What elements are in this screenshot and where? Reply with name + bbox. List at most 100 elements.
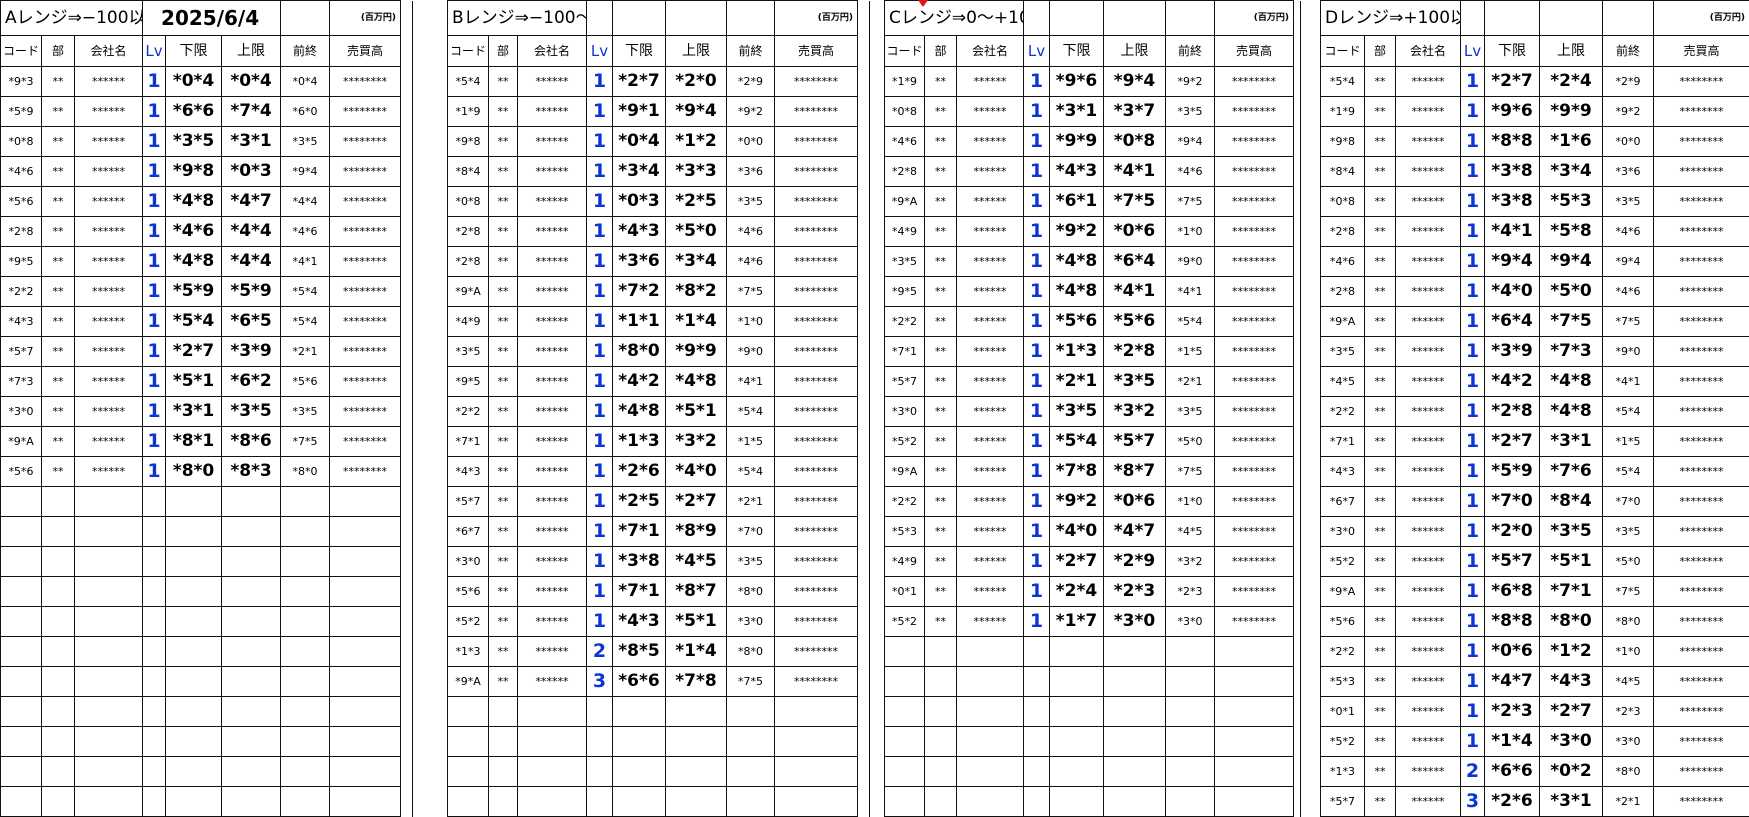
cell-lv[interactable]: 1 (1461, 97, 1485, 127)
cell-upper-limit[interactable]: *4*4 (222, 217, 281, 247)
cell-prev-close[interactable]: *8*0 (281, 457, 330, 487)
cell-lower-limit[interactable]: *8*1 (166, 427, 222, 457)
cell-lower-limit[interactable]: *2*7 (1050, 547, 1104, 577)
cell-lower-limit[interactable]: *5*6 (1050, 307, 1104, 337)
cell-bu[interactable]: ** (1365, 637, 1396, 667)
cell-turnover[interactable]: ******** (1654, 157, 1749, 187)
column-gap[interactable] (1294, 337, 1301, 367)
cell-lv[interactable]: 1 (143, 427, 166, 457)
cell-bu[interactable]: ** (42, 397, 75, 427)
cell-prev-close[interactable]: *3*5 (281, 397, 330, 427)
column-gap[interactable] (1294, 277, 1301, 307)
cell-lower-limit[interactable]: *6*8 (1485, 577, 1540, 607)
cell-lv[interactable]: 1 (1461, 517, 1485, 547)
empty-cell-turnover[interactable] (775, 727, 858, 757)
column-gap[interactable] (858, 247, 870, 277)
cell-code[interactable]: *9*A (885, 457, 925, 487)
cell-bu[interactable]: ** (1365, 517, 1396, 547)
cell-lower-limit[interactable]: *1*1 (613, 307, 666, 337)
cell-turnover[interactable]: ******** (775, 547, 858, 577)
cell-lower-limit[interactable]: *0*6 (1485, 637, 1540, 667)
column-gap[interactable] (401, 187, 413, 217)
empty-cell-upper-limit[interactable] (222, 667, 281, 697)
cell-lv[interactable]: 1 (1024, 457, 1050, 487)
header-turnover[interactable]: 売買高 (1215, 36, 1294, 67)
empty-cell-lower-limit[interactable] (166, 757, 222, 787)
empty-cell-bu[interactable] (489, 757, 518, 787)
cell-lv[interactable]: 1 (1024, 577, 1050, 607)
cell-company-name[interactable]: ****** (1396, 487, 1461, 517)
cell-lv[interactable]: 1 (1024, 337, 1050, 367)
empty-cell-bu[interactable] (489, 727, 518, 757)
column-gap[interactable] (858, 127, 870, 157)
cell-code[interactable]: *6*7 (448, 517, 489, 547)
column-gap[interactable] (858, 787, 870, 817)
cell-company-name[interactable]: ****** (75, 277, 143, 307)
cell-company-name[interactable]: ****** (957, 277, 1024, 307)
empty-cell-bu[interactable] (42, 547, 75, 577)
cell-code[interactable]: *4*9 (885, 217, 925, 247)
cell-code[interactable]: *2*8 (1, 217, 42, 247)
cell-lower-limit[interactable]: *5*4 (166, 307, 222, 337)
cell-upper-limit[interactable]: *2*0 (666, 67, 727, 97)
cell-upper-limit[interactable]: *5*6 (1104, 307, 1166, 337)
cell-lv[interactable]: 1 (1024, 427, 1050, 457)
cell-company-name[interactable]: ****** (518, 307, 587, 337)
cell-code[interactable]: *7*1 (448, 427, 489, 457)
empty-cell-prev-close[interactable] (281, 727, 330, 757)
cell-turnover[interactable]: ******** (775, 487, 858, 517)
cell-prev-close[interactable]: *9*2 (1166, 67, 1215, 97)
header-lv[interactable]: Lv (143, 36, 166, 67)
empty-cell-company-name[interactable] (518, 787, 587, 817)
empty-cell[interactable] (1461, 1, 1485, 36)
cell-company-name[interactable]: ****** (518, 157, 587, 187)
cell-lv[interactable]: 1 (143, 127, 166, 157)
cell-lv[interactable]: 1 (1024, 547, 1050, 577)
cell-prev-close[interactable]: *9*2 (727, 97, 775, 127)
cell-lower-limit[interactable]: *3*8 (1485, 187, 1540, 217)
empty-cell-bu[interactable] (42, 667, 75, 697)
cell-lv[interactable]: 1 (1461, 727, 1485, 757)
cell-bu[interactable]: ** (1365, 427, 1396, 457)
cell-code[interactable]: *5*6 (448, 577, 489, 607)
cell-lv[interactable]: 1 (587, 577, 613, 607)
cell-turnover[interactable]: ******** (1654, 547, 1749, 577)
cell-company-name[interactable]: ****** (75, 217, 143, 247)
cell-code[interactable]: *5*2 (1321, 547, 1365, 577)
cell-lower-limit[interactable]: *3*4 (613, 157, 666, 187)
cell-upper-limit[interactable]: *5*0 (666, 217, 727, 247)
empty-cell-company-name[interactable] (75, 547, 143, 577)
cell-code[interactable]: *5*2 (448, 607, 489, 637)
empty-cell-code[interactable] (1, 577, 42, 607)
column-gap[interactable] (1294, 787, 1301, 817)
column-gap[interactable] (858, 637, 870, 667)
empty-cell-bu[interactable] (42, 757, 75, 787)
column-gap[interactable] (401, 97, 413, 127)
cell-upper-limit[interactable]: *6*5 (222, 307, 281, 337)
cell-code[interactable]: *5*3 (885, 517, 925, 547)
empty-cell[interactable] (1540, 1, 1603, 36)
cell-turnover[interactable]: ******** (1215, 247, 1294, 277)
cell-bu[interactable]: ** (925, 67, 957, 97)
cell-prev-close[interactable]: *3*6 (727, 157, 775, 187)
cell-turnover[interactable]: ******** (1215, 397, 1294, 427)
cell-lower-limit[interactable]: *6*1 (1050, 187, 1104, 217)
cell-lower-limit[interactable]: *2*5 (613, 487, 666, 517)
empty-cell-prev-close[interactable] (281, 487, 330, 517)
empty-cell-lv[interactable] (1024, 787, 1050, 817)
cell-upper-limit[interactable]: *2*7 (666, 487, 727, 517)
empty-cell-company-name[interactable] (75, 667, 143, 697)
cell-upper-limit[interactable]: *5*1 (666, 397, 727, 427)
cell-turnover[interactable]: ******** (330, 427, 401, 457)
empty-cell[interactable] (666, 1, 727, 36)
cell-upper-limit[interactable]: *8*9 (666, 517, 727, 547)
cell-code[interactable]: *3*5 (885, 247, 925, 277)
column-gap[interactable] (858, 1, 870, 36)
empty-cell-upper-limit[interactable] (222, 487, 281, 517)
cell-lower-limit[interactable]: *3*5 (1050, 397, 1104, 427)
empty-cell-code[interactable] (448, 697, 489, 727)
cell-company-name[interactable]: ****** (75, 397, 143, 427)
cell-lv[interactable]: 1 (1461, 157, 1485, 187)
cell-code[interactable]: *9*A (1321, 307, 1365, 337)
cell-upper-limit[interactable]: *4*1 (1104, 277, 1166, 307)
